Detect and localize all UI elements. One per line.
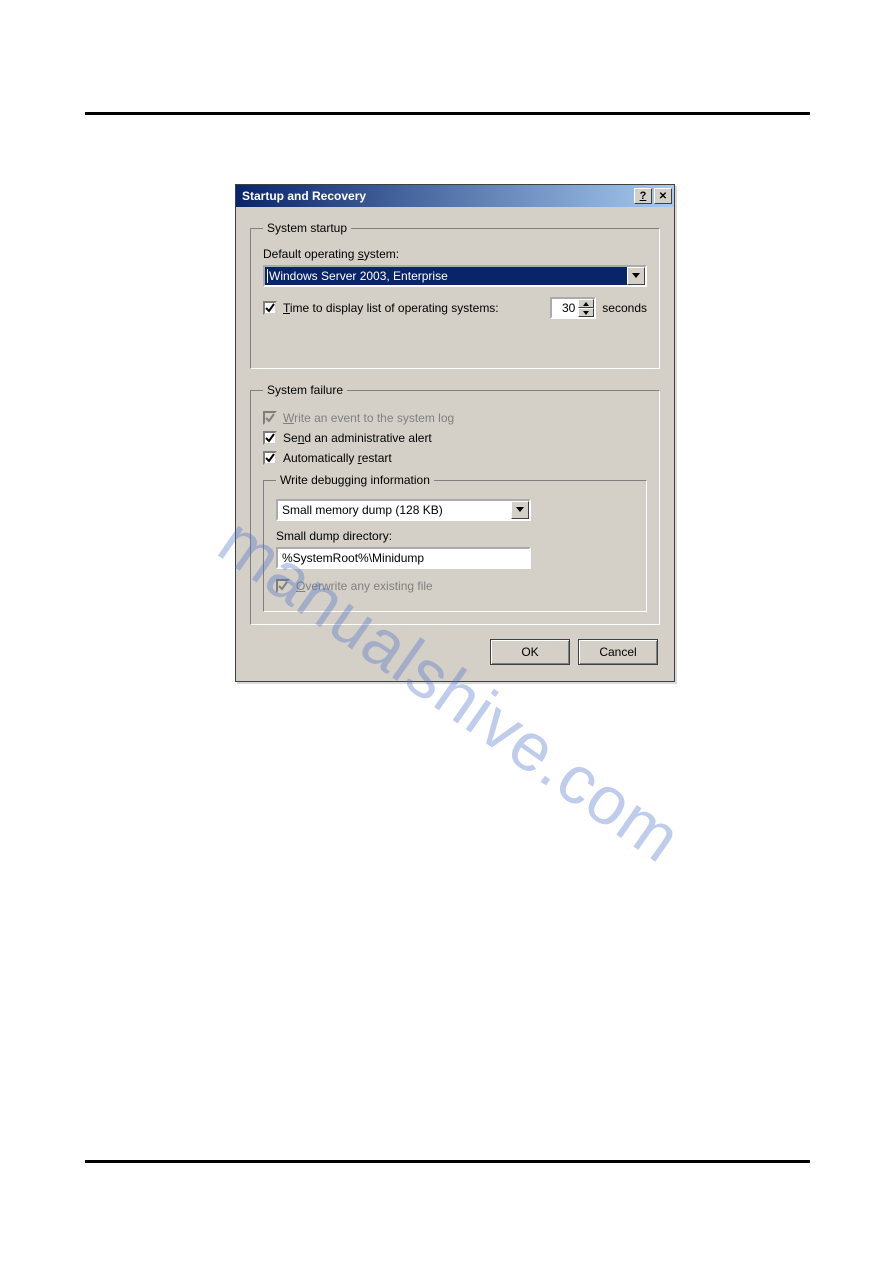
ok-button[interactable]: OK — [490, 639, 570, 665]
default-os-value: Windows Server 2003, Enterprise — [269, 269, 627, 283]
write-event-label: Write an event to the system log — [283, 411, 647, 425]
dump-type-select[interactable]: Small memory dump (128 KB) — [276, 499, 531, 521]
send-alert-row: Send an administrative alert — [263, 431, 647, 445]
time-display-value[interactable] — [552, 299, 578, 317]
dropdown-icon[interactable] — [511, 501, 529, 519]
help-icon: ? — [640, 190, 647, 202]
seconds-label: seconds — [602, 301, 647, 315]
help-button[interactable]: ? — [634, 188, 652, 204]
dump-dir-label: Small dump directory: — [276, 529, 634, 543]
system-failure-group: System failure Write an event to the sys… — [250, 383, 660, 625]
time-display-row: Time to display list of operating system… — [263, 297, 647, 319]
spin-down-icon[interactable] — [578, 308, 594, 317]
overwrite-checkbox — [276, 579, 290, 593]
dialog-body: System startup Default operating system:… — [236, 207, 674, 681]
auto-restart-checkbox[interactable] — [263, 451, 277, 465]
send-alert-label: Send an administrative alert — [283, 431, 647, 445]
dump-dir-input[interactable] — [276, 547, 531, 569]
auto-restart-label: Automatically restart — [283, 451, 647, 465]
write-event-row: Write an event to the system log — [263, 411, 647, 425]
write-debugging-legend: Write debugging information — [276, 473, 434, 487]
page-rule-top — [85, 112, 810, 115]
system-startup-legend: System startup — [263, 221, 351, 235]
overwrite-row: Overwrite any existing file — [276, 579, 634, 593]
close-button[interactable]: ✕ — [654, 188, 672, 204]
time-display-label: Time to display list of operating system… — [283, 301, 540, 315]
default-os-label: Default operating system: — [263, 247, 647, 261]
button-row: OK Cancel — [250, 639, 660, 667]
write-event-checkbox — [263, 411, 277, 425]
close-icon: ✕ — [659, 191, 667, 202]
dump-type-value: Small memory dump (128 KB) — [282, 503, 511, 517]
auto-restart-row: Automatically restart — [263, 451, 647, 465]
overwrite-label: Overwrite any existing file — [296, 579, 634, 593]
default-os-select[interactable]: Windows Server 2003, Enterprise — [263, 265, 647, 287]
system-startup-group: System startup Default operating system:… — [250, 221, 660, 369]
write-debugging-group: Write debugging information Small memory… — [263, 473, 647, 612]
cancel-button[interactable]: Cancel — [578, 639, 658, 665]
spin-up-icon[interactable] — [578, 299, 594, 308]
send-alert-checkbox[interactable] — [263, 431, 277, 445]
dropdown-icon[interactable] — [627, 267, 645, 285]
page-rule-bottom — [85, 1160, 810, 1163]
system-failure-legend: System failure — [263, 383, 347, 397]
dialog-title: Startup and Recovery — [242, 189, 632, 203]
startup-recovery-dialog: Startup and Recovery ? ✕ System startup … — [235, 184, 675, 682]
time-display-spinner[interactable] — [550, 297, 596, 319]
titlebar[interactable]: Startup and Recovery ? ✕ — [236, 185, 674, 207]
time-display-checkbox[interactable] — [263, 301, 277, 315]
